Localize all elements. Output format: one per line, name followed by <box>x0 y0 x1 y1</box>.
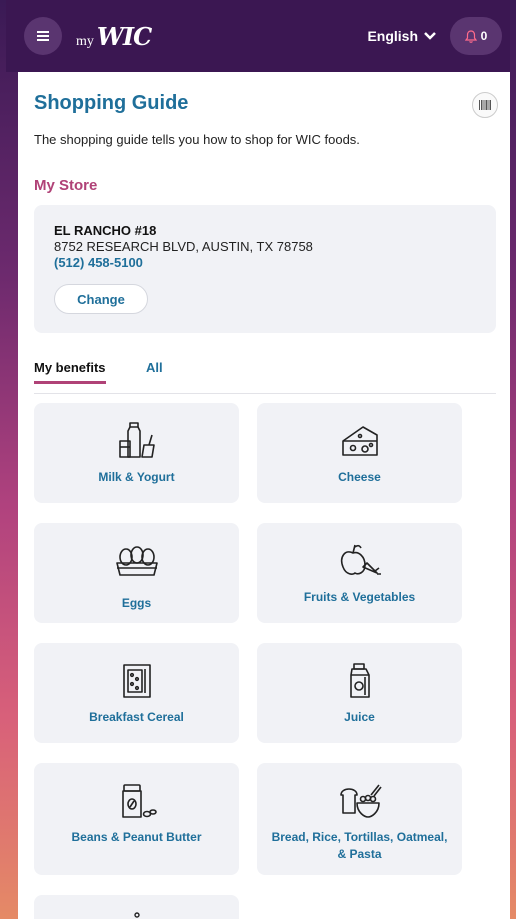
store-name: EL RANCHO #18 <box>54 223 157 238</box>
category-label: Cheese <box>338 470 381 484</box>
category-tile-eggs[interactable]: Eggs <box>34 523 239 623</box>
page-title: Shopping Guide <box>34 92 189 114</box>
logo-my: my <box>76 33 94 49</box>
category-tile-juice[interactable]: Juice <box>257 643 462 743</box>
milk-yogurt-icon <box>118 422 155 458</box>
category-label: Beans & Peanut Butter <box>71 830 202 844</box>
change-store-button[interactable]: Change <box>54 284 148 314</box>
partial-category-icon <box>133 912 140 918</box>
category-tile-cheese[interactable]: Cheese <box>257 403 462 503</box>
barcode-scan-button[interactable] <box>472 92 498 118</box>
beans-peanut-butter-icon <box>121 784 157 818</box>
category-label: Breakfast Cereal <box>89 710 184 724</box>
category-label: Milk & Yogurt <box>98 470 175 484</box>
category-tile-milk-yogurt[interactable]: Milk & Yogurt <box>34 403 239 503</box>
eggs-icon <box>115 546 158 576</box>
category-tile-partial[interactable] <box>34 895 239 919</box>
tab-all[interactable]: All <box>146 360 163 384</box>
logo-wic: WIC <box>96 21 152 51</box>
my-store-heading: My Store <box>34 177 98 194</box>
notification-count: 0 <box>480 29 488 43</box>
main-content: Shopping Guide The shopping guide tells … <box>18 72 510 919</box>
menu-icon <box>37 31 49 41</box>
tab-my-benefits[interactable]: My benefits <box>34 360 106 384</box>
category-tile-fruits-vegetables[interactable]: Fruits & Vegetables <box>257 523 462 623</box>
store-card: EL RANCHO #18 8752 RESEARCH BLVD, AUSTIN… <box>34 205 496 333</box>
bread-grains-icon <box>339 784 382 818</box>
store-address: 8752 RESEARCH BLVD, AUSTIN, TX 78758 <box>54 239 313 254</box>
barcode-icon <box>479 100 491 110</box>
language-selector[interactable]: English <box>367 28 436 44</box>
header-left: my WIC <box>24 17 152 55</box>
category-label: Juice <box>344 710 375 724</box>
category-label: Eggs <box>121 596 152 610</box>
store-phone[interactable]: (512) 458-5100 <box>54 255 476 270</box>
category-label: Bread, Rice, Tortillas, Oatmeal, & Pasta <box>271 830 448 861</box>
menu-button[interactable] <box>24 17 62 55</box>
language-label: English <box>367 28 418 44</box>
app-logo: my WIC <box>76 21 152 51</box>
notifications-button[interactable]: 0 <box>450 17 502 55</box>
juice-icon <box>349 663 370 698</box>
category-tile-bread-grains[interactable]: Bread, Rice, Tortillas, Oatmeal, & Pasta <box>257 763 462 875</box>
chevron-down-icon <box>424 32 436 40</box>
header-right: English 0 <box>367 17 502 55</box>
bell-icon <box>464 29 477 43</box>
app-frame: my WIC English 0 Shopping Guide The shop… <box>0 0 516 919</box>
category-tile-beans-peanut-butter[interactable]: Beans & Peanut Butter <box>34 763 239 875</box>
category-label: Fruits & Vegetables <box>303 590 416 604</box>
page-description: The shopping guide tells you how to shop… <box>34 132 360 147</box>
cheese-icon <box>341 426 378 456</box>
cereal-icon <box>122 664 151 698</box>
category-tile-breakfast-cereal[interactable]: Breakfast Cereal <box>34 643 239 743</box>
fruits-vegetables-icon <box>340 544 381 575</box>
top-bar: my WIC English 0 <box>6 0 510 72</box>
benefit-tabs: My benefits All <box>34 360 496 394</box>
